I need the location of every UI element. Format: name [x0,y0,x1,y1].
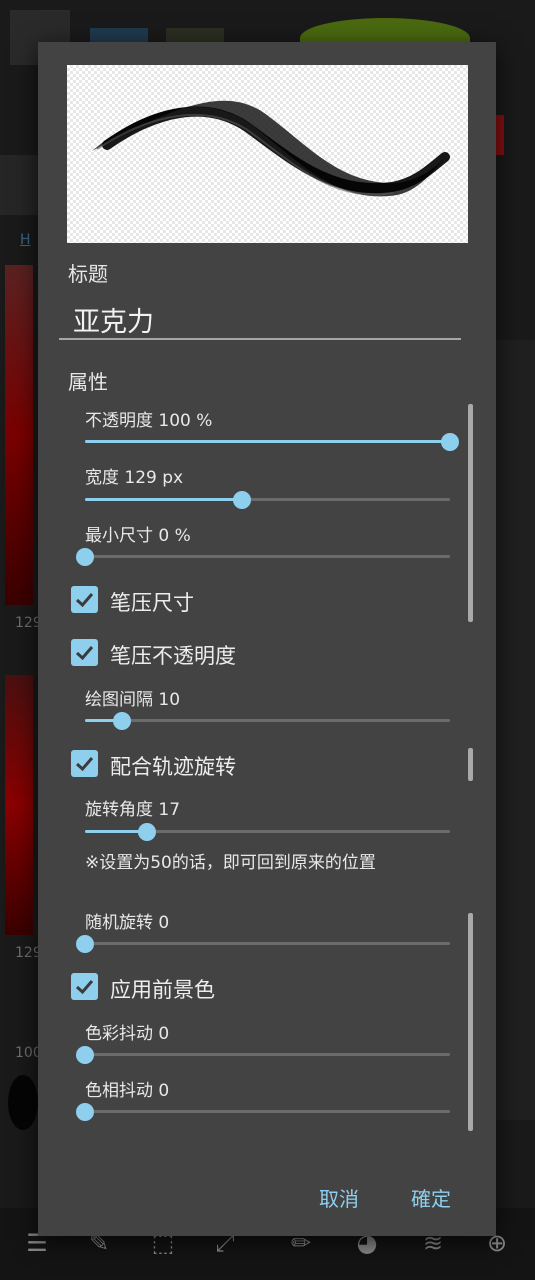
red-gradient-strip-1 [5,265,33,605]
opacity-slider[interactable]: 不透明度 100 % [85,406,459,451]
properties-label: 属性 [68,370,108,394]
spacing-label: 绘图间隔 10 [85,690,181,710]
title-label: 标题 [68,262,108,286]
pressure-opacity-label: 笔压不透明度 [110,644,236,668]
pressure-opacity-checkbox[interactable] [71,639,98,666]
hue-jitter-label: 色相抖动 0 [85,1081,170,1101]
rotation-note: ※设置为50的话，即可回到原来的位置 [85,853,376,873]
apply-foreground-checkbox[interactable] [71,973,98,1000]
panel-back-area[interactable] [0,155,38,215]
title-input-value: 亚克力 [73,307,154,338]
pressure-size-checkbox[interactable] [71,586,98,613]
check-icon [75,646,94,661]
right-panel [496,340,535,1120]
follow-rotation-checkbox[interactable] [71,750,98,777]
scrollbar-3[interactable] [468,913,473,1131]
pressure-size-label: 笔压尺寸 [110,591,194,615]
random-rotation-slider[interactable]: 随机旋转 0 [76,908,450,953]
hue-jitter-thumb[interactable] [76,1103,94,1121]
brush-stroke-preview [67,65,468,243]
random-rotation-label: 随机旋转 0 [85,913,170,933]
opacity-label: 不透明度 100 % [85,411,213,431]
width-label: 宽度 129 px [85,468,184,488]
color-jitter-thumb[interactable] [76,1046,94,1064]
rotation-angle-slider[interactable]: 旋转角度 17 [85,795,450,841]
check-icon [75,980,94,995]
hue-jitter-slider[interactable]: 色相抖动 0 [76,1076,450,1121]
scrollbar-2[interactable] [468,748,473,781]
cancel-button[interactable]: 取消 [319,1183,359,1212]
brush-settings-dialog: 标题 亚克力 属性 不透明度 100 % 宽度 129 px 最小尺寸 0 % … [38,42,496,1236]
apply-foreground-label: 应用前景色 [110,978,215,1002]
check-icon [75,757,94,772]
title-input[interactable]: 亚克力 [59,294,461,340]
rotation-angle-label: 旋转角度 17 [85,800,181,820]
random-rotation-thumb[interactable] [76,935,94,953]
scrollbar-1[interactable] [468,404,473,622]
color-indicator[interactable] [496,115,504,155]
red-gradient-strip-2 [5,675,33,935]
color-jitter-label: 色彩抖动 0 [85,1024,170,1044]
min-size-label: 最小尺寸 0 % [85,526,191,546]
brush-stroke-icon [92,100,450,197]
color-jitter-slider[interactable]: 色彩抖动 0 [76,1019,450,1064]
min-size-slider[interactable]: 最小尺寸 0 % [76,521,450,566]
width-thumb[interactable] [233,491,251,509]
color-swatch-black[interactable] [8,1075,38,1130]
tab-label: H [20,232,31,248]
min-size-thumb[interactable] [76,548,94,566]
check-icon [75,593,94,608]
rotation-angle-thumb[interactable] [138,823,156,841]
spacing-slider[interactable]: 绘图间隔 10 [85,685,450,730]
width-slider[interactable]: 宽度 129 px [85,463,450,509]
opacity-thumb[interactable] [441,433,459,451]
follow-rotation-label: 配合轨迹旋转 [110,755,236,779]
confirm-button[interactable]: 確定 [411,1183,451,1212]
spacing-thumb[interactable] [113,712,131,730]
